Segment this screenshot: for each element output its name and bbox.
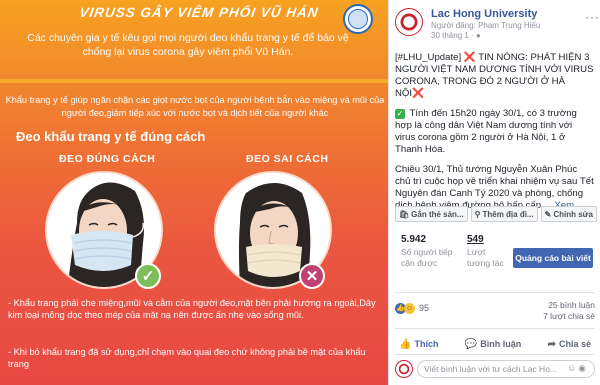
share-count[interactable]: 7 lượt chia sẻ [543,311,595,322]
share-icon: ➦ [547,338,556,350]
post-image[interactable]: VIRUSS GÂY VIÊM PHỔI VŨ HÁN Các chuyên g… [0,0,388,385]
location-icon: ⚲ [474,209,481,219]
pencil-icon: ✎ [544,209,552,219]
globe-icon: ● [475,31,481,40]
correct-way-label: ĐEO ĐÚNG CÁCH [59,153,156,165]
comment-button[interactable]: 💬 Bình luận [465,336,521,352]
boost-post-button[interactable]: Quảng cáo bài viết [513,248,593,268]
love-reaction-icon: ☺ [404,303,415,314]
page-avatar[interactable] [395,8,423,36]
reaction-count[interactable]: 95 [419,303,429,313]
edit-button[interactable]: ✎ Chỉnh sửa [540,206,597,222]
check-emoji-icon: ✓ [395,109,405,119]
wrong-way-label: ĐEO SAI CÁCH [246,153,329,165]
thumbs-up-icon: 👍 [399,338,412,350]
tag-products-button[interactable]: 🛍 Gắn thẻ sản... [395,206,468,222]
post-panel: Lac Hong University Người đăng: Phạm Tru… [388,0,600,385]
poster-title: VIRUSS GÂY VIÊM PHỔI VŨ HÁN [78,5,320,20]
poster-subtitle: Các chuyên gia y tế kêu gọi mọi người đe… [27,32,349,58]
post-action-bar: 🛍 Gắn thẻ sản... ⚲ Thêm địa đi... ✎ Chỉnh s… [395,206,597,222]
more-options-icon[interactable]: ··· [585,10,600,24]
share-button[interactable]: ➦ Chia sẻ [548,336,591,352]
divider [395,292,595,293]
post-insights: 5.942 Số người tiếp cận được 549 Lượt tư… [395,234,595,274]
poster-note-1: - Khẩu trang phải che miệng,mũi và cằm c… [8,298,376,320]
reactions-summary[interactable]: 👍 ☺ 95 25 bình luận 7 lượt chia sẻ [395,300,595,321]
reach-stat: 5.942 Số người tiếp cận được [401,234,453,268]
comment-share-counts[interactable]: 25 bình luận 7 lượt chia sẻ [543,300,595,322]
add-location-button[interactable]: ⚲ Thêm địa đi... [470,206,538,222]
bag-icon: 🛍 [399,209,410,219]
divider [395,328,595,329]
page-name-link[interactable]: Lac Hong University [431,8,537,20]
check-icon: ✓ [135,263,161,289]
cross-emoji-icon: ❌ [412,88,425,99]
cross-emoji-icon: ❌ [463,52,476,63]
engagement-stat[interactable]: 549 Lượt tương tác [467,234,507,269]
post-time[interactable]: 30 tháng 1 · ● [431,31,481,40]
engagement-buttons: 👍 Thích 💬 Bình luận ➦ Chia sẻ [395,336,595,352]
posted-by: Người đăng: Phạm Trung Hiếu [431,21,541,30]
divider [0,79,388,83]
divider [395,354,595,355]
comment-composer: Viết bình luận với tư cách Lac Ho... ☺◉ [395,360,595,380]
post-header: Lac Hong University Người đăng: Phạm Tru… [395,6,599,40]
commenter-avatar[interactable] [395,360,413,378]
like-button[interactable]: 👍 Thích [399,336,438,352]
cross-icon: ✕ [299,263,325,289]
comment-icon: 💬 [464,338,478,350]
comment-input[interactable]: Viết bình luận với tư cách Lac Ho... ☺◉ [417,360,595,378]
post-paragraph-2: Tính đến 15h20 ngày 30/1, có 3 trường hợ… [395,108,577,155]
university-logo [343,4,373,34]
poster-intro: Khẩu trang y tế giúp ngăn chặn các giọt … [5,95,385,118]
poster-note-2: - Khi bỏ khẩu trang đã sử dụng,chỉ chạm … [8,347,366,369]
comment-count[interactable]: 25 bình luận [543,300,595,311]
poster-section-title: Đeo khẩu trang y tế đúng cách [16,129,206,144]
post-tag: [#LHU_Update] [395,52,464,63]
post-text: [#LHU_Update] ❌ TIN NÓNG: PHÁT HIỆN 3 NG… [395,52,595,232]
emoji-camera-icons[interactable]: ☺◉ [567,363,588,374]
